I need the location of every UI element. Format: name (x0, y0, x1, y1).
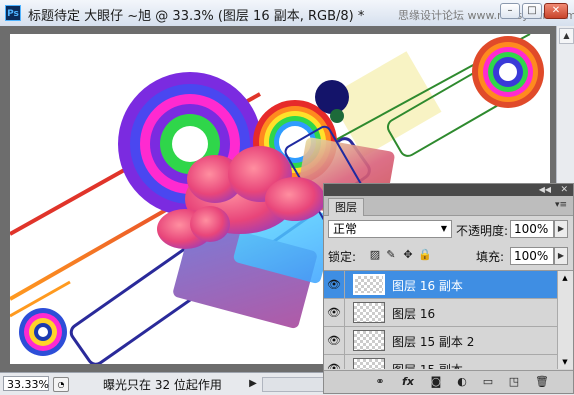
lock-all-padlock-icon[interactable]: 🔒 (418, 248, 432, 262)
layer-thumbnail (353, 330, 385, 351)
lock-position-move-icon[interactable]: ✥ (401, 248, 415, 262)
layers-list: 👁 图层 16 副本 👁 图层 16 👁 图层 15 副本 2 👁 图层 15 … (324, 270, 573, 369)
layer-row[interactable]: 👁 图层 15 副本 (324, 355, 558, 369)
lock-pixels-brush-icon[interactable]: ✎ (384, 248, 398, 262)
link-icon[interactable]: ⚭ (372, 375, 388, 389)
layer-row[interactable]: 👁 图层 16 (324, 299, 558, 327)
opacity-field[interactable]: 100% (510, 220, 554, 238)
layer-thumbnail (353, 358, 385, 369)
mask-icon[interactable]: ◙ (428, 375, 444, 389)
layer-row[interactable]: 👁 图层 15 副本 2 (324, 327, 558, 355)
zoom-level-field[interactable]: 33.33% (3, 376, 49, 391)
lock-row: 锁定: ▨ ✎ ✥ 🔒 填充: 100% ▶ (328, 247, 568, 267)
title-bar: Ps 标题待定 大眼仔 ~旭 @ 33.3% (图层 16 副本, RGB/8)… (0, 0, 574, 27)
fill-slider-arrow-icon[interactable]: ▶ (554, 247, 568, 265)
layers-panel-footer: ⚭ fx ◙ ◐ ▭ ◳ 🗑 (324, 370, 573, 393)
status-message: 曝光只在 32 位起作用 (103, 378, 222, 392)
panel-header-bar: ◀◀ ✕ (324, 184, 573, 196)
minimize-button[interactable]: – (500, 3, 520, 19)
lock-transparency-icon[interactable]: ▨ (368, 248, 382, 262)
scroll-up-icon[interactable]: ▲ (559, 272, 571, 284)
collapse-panel-icon[interactable]: ◀◀ (539, 184, 551, 196)
close-button[interactable]: ✕ (544, 3, 568, 19)
fill-label: 填充: (476, 250, 505, 264)
document-title: 标题待定 大眼仔 ~旭 @ 33.3% (图层 16 副本, RGB/8) * (28, 9, 365, 24)
layers-scrollbar[interactable]: ▲ ▼ (557, 271, 573, 369)
visibility-eye-icon[interactable]: 👁 (324, 271, 345, 298)
fill-field[interactable]: 100% (510, 247, 554, 265)
layer-name: 图层 15 副本 2 (392, 335, 475, 349)
blend-row: 正常 ▼ 不透明度: 100% ▶ (328, 220, 568, 240)
horizontal-scrollbar[interactable] (262, 377, 324, 392)
lock-label: 锁定: (328, 250, 357, 264)
trash-icon[interactable]: 🗑 (534, 375, 550, 389)
status-info-icon[interactable]: ◔ (53, 377, 69, 392)
layer-row[interactable]: 👁 图层 16 副本 (324, 271, 558, 299)
layer-thumbnail (353, 302, 385, 323)
close-panel-icon[interactable]: ✕ (560, 184, 568, 196)
status-menu-arrow-icon[interactable]: ▶ (246, 376, 260, 391)
opacity-label: 不透明度: (456, 224, 509, 238)
maximize-button[interactable]: □ (522, 3, 542, 19)
blend-mode-value: 正常 (333, 222, 358, 236)
opacity-slider-arrow-icon[interactable]: ▶ (554, 220, 568, 238)
scroll-up-icon[interactable]: ▲ (559, 28, 574, 44)
folder-icon[interactable]: ▭ (480, 375, 496, 389)
fx-icon[interactable]: fx (400, 375, 416, 389)
layers-panel: ◀◀ ✕ 图层 ▾≡ 正常 ▼ 不透明度: 100% ▶ 锁定: ▨ ✎ ✥ 🔒… (323, 183, 574, 394)
photoshop-logo-icon: Ps (5, 5, 21, 21)
tab-layers[interactable]: 图层 (328, 198, 364, 216)
layer-name: 图层 16 副本 (392, 279, 463, 293)
layer-thumbnail (353, 274, 385, 295)
chevron-down-icon: ▼ (440, 224, 447, 233)
adjustment-icon[interactable]: ◐ (454, 375, 470, 389)
panel-tab-row: 图层 ▾≡ (324, 196, 573, 216)
layer-name: 图层 16 (392, 307, 436, 321)
visibility-eye-icon[interactable]: 👁 (324, 327, 345, 354)
visibility-eye-icon[interactable]: 👁 (324, 299, 345, 326)
layer-name: 图层 15 副本 (392, 361, 463, 369)
new-layer-icon[interactable]: ◳ (506, 375, 522, 389)
panel-menu-icon[interactable]: ▾≡ (555, 200, 567, 210)
scroll-down-icon[interactable]: ▼ (559, 356, 571, 368)
visibility-eye-icon[interactable]: 👁 (324, 355, 345, 369)
blend-mode-select[interactable]: 正常 ▼ (328, 220, 452, 238)
